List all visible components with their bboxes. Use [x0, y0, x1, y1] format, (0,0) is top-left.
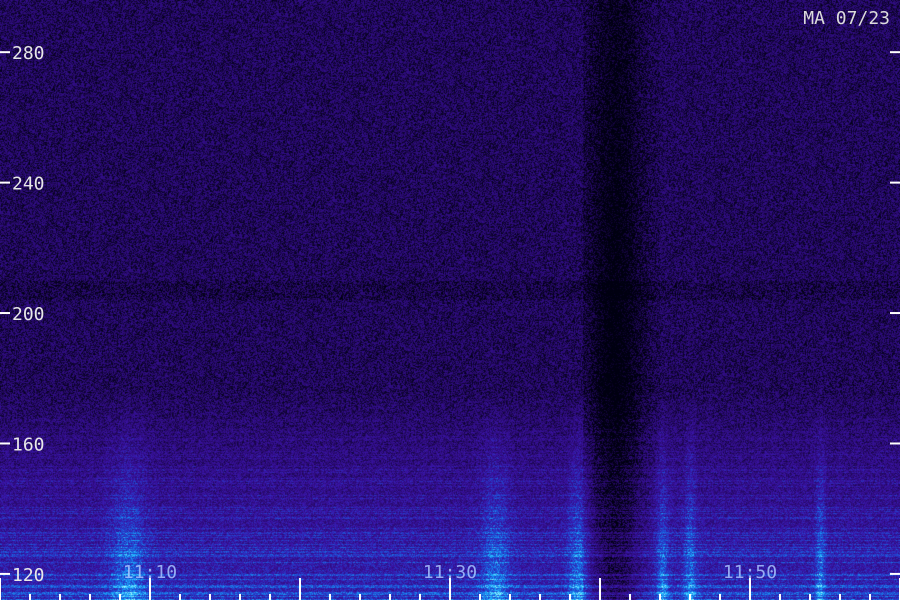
y-tick-label: 240 — [12, 174, 45, 195]
y-tick-label: 120 — [12, 565, 45, 586]
spectrogram-intensity-image — [0, 0, 900, 600]
x-tick-label: 11:30 — [423, 562, 477, 583]
y-tick-label: 200 — [12, 304, 45, 325]
spectrogram-chart: 280 240 200 160 120 11:10 11:30 11:50 MA 07/23 — [0, 0, 900, 600]
y-tick-label: 280 — [12, 43, 45, 64]
x-tick-label: 11:50 — [723, 562, 777, 583]
chart-title: MA 07/23 — [803, 8, 890, 29]
x-tick-label: 11:10 — [123, 562, 177, 583]
y-tick-label: 160 — [12, 434, 45, 455]
